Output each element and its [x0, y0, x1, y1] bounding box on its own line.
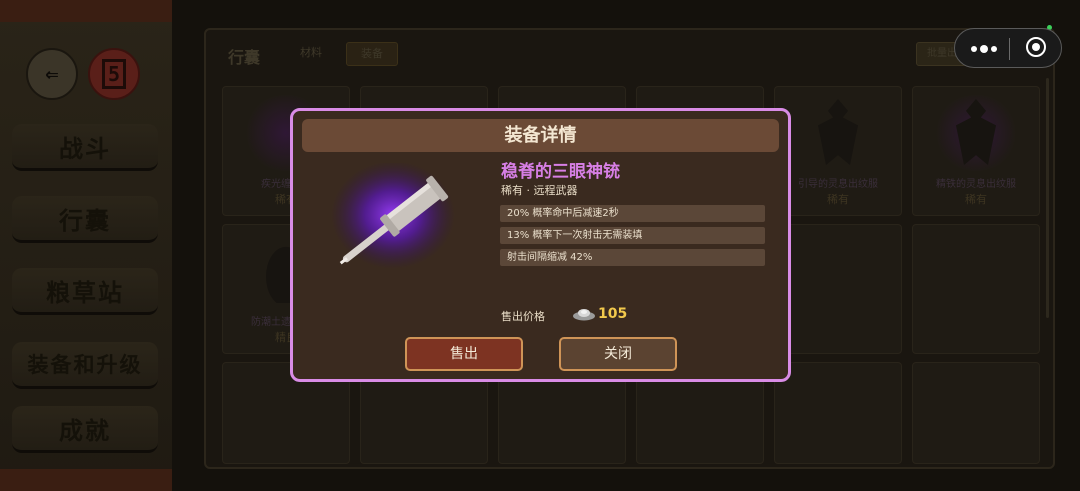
sidebar-item-label: 粮草站	[46, 277, 124, 307]
back-arrow-icon: ⇐	[45, 61, 59, 87]
level-badge-button[interactable]: 5	[88, 48, 140, 100]
inventory-cell[interactable]: 引导的灵息出纹服 稀有	[774, 86, 902, 216]
sidebar-bottom-bar	[0, 469, 172, 491]
miniprogram-capsule	[954, 28, 1062, 68]
sidebar-item-label: 装备和升级	[27, 352, 143, 377]
price-label: 售出价格	[501, 310, 545, 323]
cell-item-name: 精铁的灵息出纹服	[936, 179, 1016, 190]
sidebar: ⇐ 5 战斗 行囊 粮草站 装备和升级 成就	[0, 0, 172, 491]
cell-item-rarity: 稀有	[965, 193, 987, 206]
armor-silhouette-icon	[818, 99, 858, 165]
inventory-cell[interactable]	[912, 362, 1040, 464]
price-value: 105	[598, 306, 628, 322]
back-button[interactable]: ⇐	[26, 48, 78, 100]
capsule-divider	[1009, 38, 1010, 60]
more-dots-icon[interactable]	[969, 41, 999, 57]
item-type: 稀有 · 远程武器	[501, 184, 578, 197]
attribute-row: 13% 概率下一次射击无需装填	[500, 227, 765, 244]
inventory-cell[interactable]: 精铁的灵息出纹服 稀有	[912, 86, 1040, 216]
inventory-title: 行囊	[228, 48, 261, 67]
firearm-icon	[331, 163, 455, 269]
inventory-scrollbar[interactable]	[1046, 78, 1049, 318]
tab-equipment[interactable]: 装备	[346, 42, 398, 66]
close-button[interactable]: 关闭	[559, 337, 677, 371]
tab-materials[interactable]: 材料	[286, 42, 336, 64]
record-target-icon[interactable]	[1026, 37, 1046, 57]
sell-button[interactable]: 售出	[405, 337, 523, 371]
modal-title: 装备详情	[302, 119, 779, 152]
inventory-cell[interactable]	[774, 362, 902, 464]
sidebar-top-bar	[0, 0, 172, 22]
sidebar-item-supply-station[interactable]: 粮草站	[12, 268, 158, 315]
attribute-row: 20% 概率命中后减速2秒	[500, 205, 765, 222]
sidebar-item-bag[interactable]: 行囊	[12, 196, 158, 243]
attribute-row: 射击间隔缩减 42%	[500, 249, 765, 266]
sidebar-item-label: 战斗	[59, 133, 111, 163]
equipment-detail-modal: 装备详情 稳脊的三眼神铳 稀有 · 远程武器 20% 概率命中后减速2秒 13%…	[290, 108, 791, 382]
item-name: 稳脊的三眼神铳	[501, 162, 620, 182]
inventory-cell[interactable]	[912, 224, 1040, 354]
sidebar-item-battle[interactable]: 战斗	[12, 124, 158, 171]
sidebar-item-label: 行囊	[59, 205, 111, 235]
cell-item-name: 引导的灵息出纹服	[798, 179, 878, 190]
sidebar-item-label: 成就	[59, 415, 111, 445]
silver-ingot-icon	[573, 309, 595, 321]
badge-icon: 5	[101, 59, 127, 89]
sidebar-item-equipment-upgrade[interactable]: 装备和升级	[12, 342, 158, 389]
cell-item-rarity: 稀有	[827, 193, 849, 206]
inventory-cell[interactable]	[774, 224, 902, 354]
sidebar-item-achievements[interactable]: 成就	[12, 406, 158, 453]
